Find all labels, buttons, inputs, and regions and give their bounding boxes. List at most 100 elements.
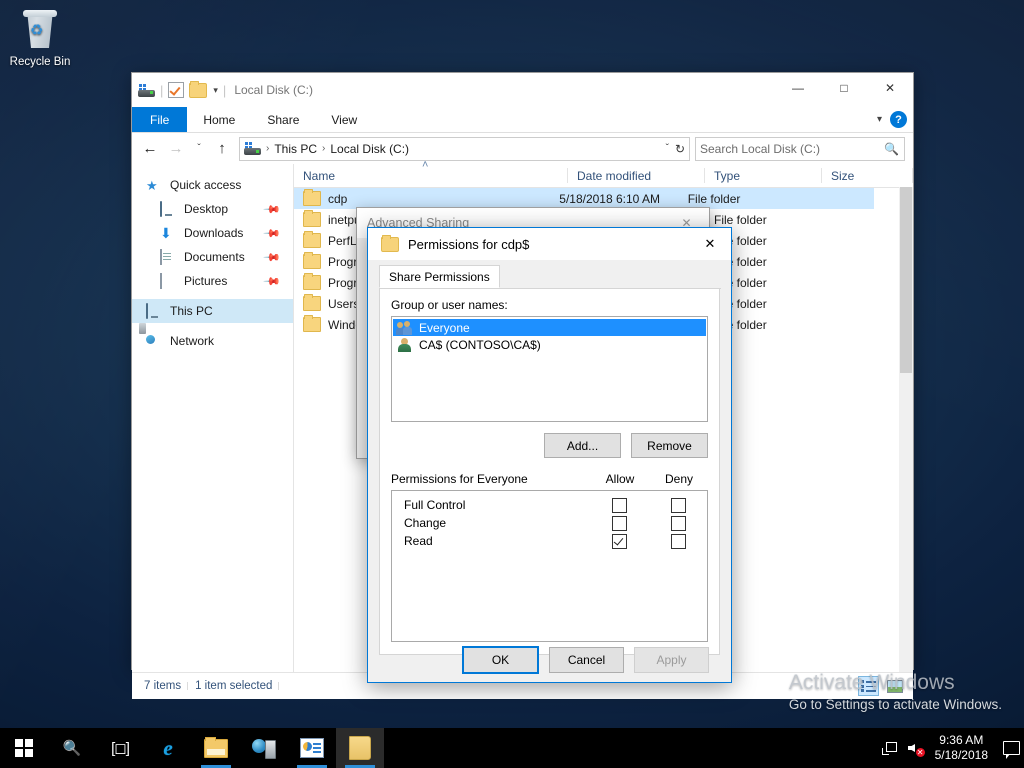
- vertical-scrollbar[interactable]: [899, 187, 913, 672]
- deny-cell[interactable]: [649, 497, 707, 513]
- breadcrumb-item-local-disk[interactable]: Local Disk (C:): [330, 142, 409, 156]
- server-manager-icon: [252, 738, 276, 759]
- clock[interactable]: 9:36 AM 5/18/2018: [929, 733, 998, 763]
- ok-button[interactable]: OK: [462, 646, 539, 674]
- forward-button[interactable]: →: [164, 137, 188, 161]
- permissions-grid: Full Control Change Read: [391, 490, 708, 642]
- sidebar-item-downloads[interactable]: ⬇ Downloads 📌: [132, 221, 293, 245]
- allow-cell[interactable]: [589, 533, 649, 549]
- ribbon-tab-view[interactable]: View: [315, 107, 373, 132]
- permission-label: Full Control: [404, 498, 466, 512]
- allow-cell[interactable]: [589, 515, 649, 531]
- file-name-cell[interactable]: cdp: [294, 189, 550, 206]
- pin-icon[interactable]: 📌: [263, 272, 282, 290]
- pin-icon[interactable]: 📌: [263, 224, 282, 242]
- minimize-button[interactable]: —: [775, 73, 821, 103]
- breadcrumb-item-this-pc[interactable]: This PC: [274, 142, 317, 156]
- add-button[interactable]: Add...: [544, 433, 621, 458]
- tab-strip[interactable]: Share Permissions: [379, 265, 721, 289]
- deny-checkbox-read[interactable]: [670, 533, 686, 549]
- ribbon-tab-file[interactable]: File: [132, 107, 188, 132]
- sidebar-item-quick-access[interactable]: ★ Quick access: [132, 173, 293, 197]
- search-button[interactable]: 🔍: [48, 728, 96, 768]
- new-folder-icon[interactable]: [189, 80, 208, 98]
- taskbar-file-explorer[interactable]: [192, 728, 240, 768]
- refresh-icon[interactable]: ↻: [675, 142, 685, 156]
- deny-cell[interactable]: [649, 515, 707, 531]
- explorer-title-bar[interactable]: | ▾ | Local Disk (C:) — □ ✕: [132, 73, 913, 107]
- column-header-size[interactable]: Size: [822, 164, 913, 187]
- column-header-date-modified[interactable]: Date modified: [568, 164, 705, 187]
- ribbon-tab-home[interactable]: Home: [187, 107, 251, 132]
- scrollbar-thumb[interactable]: [900, 187, 912, 373]
- windows-start-icon: [15, 739, 33, 757]
- table-row[interactable]: cdp 5/18/2018 6:10 AM File folder: [294, 188, 874, 209]
- ribbon-tab-strip[interactable]: File Home Share View ▾ ?: [132, 107, 913, 133]
- chevron-down-icon[interactable]: ▾: [877, 114, 882, 125]
- deny-checkbox-full-control[interactable]: [670, 497, 686, 513]
- address-path-field[interactable]: › This PC › Local Disk (C:) ˇ ↻: [239, 136, 690, 161]
- task-view-button[interactable]: [◻]: [96, 728, 144, 768]
- search-icon[interactable]: 🔍: [884, 142, 899, 156]
- window-controls[interactable]: — □ ✕: [775, 73, 913, 103]
- sidebar-item-network[interactable]: Network: [132, 329, 293, 353]
- breadcrumb[interactable]: › This PC › Local Disk (C:): [266, 142, 409, 156]
- address-bar[interactable]: ← → ˇ ↑ › This PC › Local Disk (C:) ˇ ↻ …: [132, 133, 913, 164]
- permission-row-full-control: Full Control: [392, 496, 707, 514]
- permission-label: Change: [404, 516, 447, 530]
- file-explorer-icon: [204, 736, 228, 758]
- ribbon-tab-share[interactable]: Share: [251, 107, 315, 132]
- sidebar-item-desktop[interactable]: Desktop 📌: [132, 197, 293, 221]
- maximize-button[interactable]: □: [821, 73, 867, 103]
- remove-button[interactable]: Remove: [631, 433, 708, 458]
- pin-icon[interactable]: 📌: [263, 200, 282, 218]
- allow-checkbox-change[interactable]: [611, 515, 627, 531]
- recent-locations-button[interactable]: ˇ: [190, 137, 208, 161]
- action-center-button[interactable]: [998, 728, 1024, 768]
- clock-time: 9:36 AM: [939, 733, 984, 747]
- desktop-icon-recycle-bin[interactable]: ♻ Recycle Bin: [6, 8, 74, 68]
- column-headers[interactable]: Name ˄ Date modified Type Size: [294, 159, 913, 188]
- taskbar-server-manager[interactable]: [240, 728, 288, 768]
- start-button[interactable]: [0, 728, 48, 768]
- close-icon[interactable]: ✕: [689, 228, 731, 260]
- help-icon[interactable]: ?: [890, 111, 907, 128]
- customize-caret-icon[interactable]: ▾: [213, 85, 218, 96]
- close-button[interactable]: ✕: [867, 73, 913, 103]
- allow-checkbox-read[interactable]: [611, 533, 627, 549]
- navigation-pane[interactable]: ★ Quick access Desktop 📌 ⬇ Downloads 📌 D…: [132, 164, 294, 672]
- group-or-user-names-list[interactable]: Everyone CA$ (CONTOSO\CA$): [391, 316, 708, 422]
- back-button[interactable]: ←: [138, 137, 162, 161]
- search-input[interactable]: Search Local Disk (C:) 🔍: [695, 136, 905, 161]
- taskbar[interactable]: 🔍 [◻] e ✕ 9:36 AM 5/18/2018: [0, 728, 1024, 768]
- internet-explorer-icon: e: [163, 735, 173, 760]
- pin-icon[interactable]: 📌: [263, 248, 282, 266]
- ribbon-right-controls[interactable]: ▾ ?: [877, 107, 907, 132]
- taskbar-internet-explorer[interactable]: e: [144, 728, 192, 768]
- deny-cell[interactable]: [649, 533, 707, 549]
- list-item[interactable]: Everyone: [393, 319, 706, 336]
- tab-share-permissions[interactable]: Share Permissions: [379, 265, 500, 288]
- network-tray-button[interactable]: [877, 728, 903, 768]
- address-dropdown-icon[interactable]: ˇ: [666, 143, 669, 154]
- volume-tray-button[interactable]: ✕: [903, 728, 929, 768]
- folder-icon: [381, 234, 399, 252]
- system-tray[interactable]: ✕ 9:36 AM 5/18/2018: [877, 728, 1024, 768]
- sidebar-item-documents[interactable]: Documents 📌: [132, 245, 293, 269]
- permissions-title-bar[interactable]: Permissions for cdp$ ✕: [368, 228, 731, 260]
- taskbar-management-console[interactable]: [288, 728, 336, 768]
- up-button[interactable]: ↑: [210, 137, 234, 161]
- column-header-name[interactable]: Name ˄: [294, 159, 568, 187]
- taskbar-explorer-window[interactable]: [336, 728, 384, 768]
- quick-access-toolbar[interactable]: | ▾ |: [138, 80, 226, 98]
- sidebar-item-this-pc[interactable]: This PC: [132, 299, 293, 323]
- sidebar-item-pictures[interactable]: Pictures 📌: [132, 269, 293, 293]
- deny-checkbox-change[interactable]: [670, 515, 686, 531]
- list-item[interactable]: CA$ (CONTOSO\CA$): [393, 336, 706, 353]
- allow-cell[interactable]: [589, 497, 649, 513]
- column-header-type[interactable]: Type: [705, 164, 822, 187]
- allow-checkbox-full-control[interactable]: [611, 497, 627, 513]
- cancel-button[interactable]: Cancel: [549, 647, 624, 673]
- properties-checkbox-icon[interactable]: [168, 82, 185, 98]
- folder-icon: [303, 210, 321, 227]
